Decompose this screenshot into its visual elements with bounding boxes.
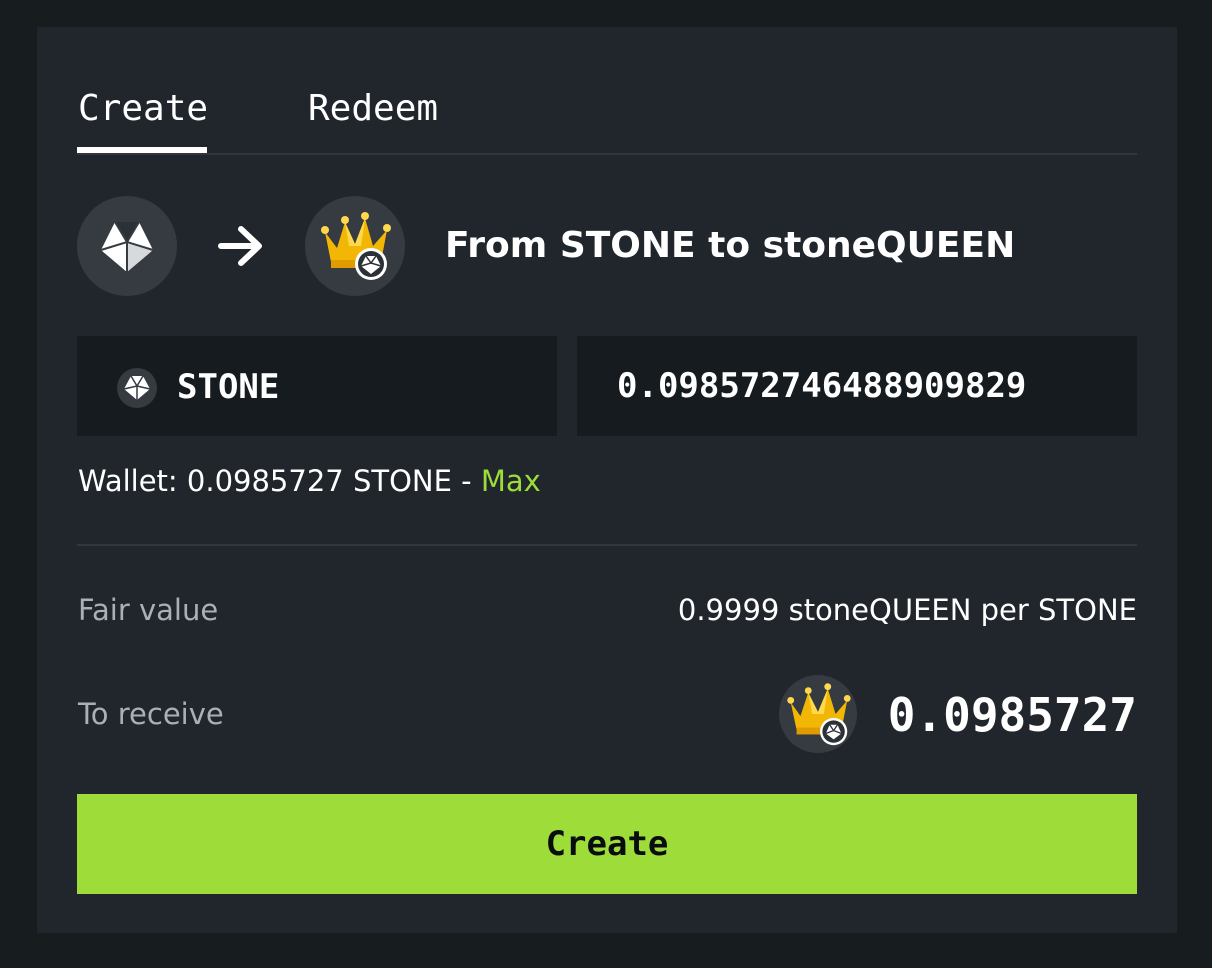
from-token-avatar (77, 196, 177, 296)
conversion-heading: From STONE to stoneQUEEN (445, 225, 1016, 266)
create-button[interactable]: Create (77, 794, 1137, 894)
token-selector[interactable]: STONE (77, 336, 557, 436)
stone-icon (100, 221, 154, 272)
tab-redeem[interactable]: Redeem (308, 87, 438, 131)
amount-input[interactable] (577, 336, 1137, 436)
wallet-balance-text: Wallet: 0.0985727 STONE - (78, 464, 481, 498)
create-redeem-card: Create Redeem From STONE to stoneQUEEN S… (37, 27, 1177, 933)
wallet-balance: Wallet: 0.0985727 STONE - Max (78, 461, 541, 501)
to-token-avatar (305, 196, 405, 296)
tab-divider (77, 153, 1137, 155)
max-link[interactable]: Max (481, 464, 541, 498)
arrow-right-icon (218, 226, 262, 266)
section-divider (77, 544, 1137, 546)
fair-value-label: Fair value (78, 593, 219, 627)
to-receive-label: To receive (78, 697, 224, 731)
fair-value-rate: 0.9999 stoneQUEEN per STONE (677, 593, 1137, 627)
receive-token-avatar (779, 675, 857, 753)
crown-icon (787, 683, 851, 746)
receive-amount: 0.0985727 (887, 688, 1137, 742)
stone-icon (117, 368, 157, 408)
crown-icon (321, 212, 391, 280)
token-selector-label: STONE (177, 367, 280, 407)
tab-create[interactable]: Create (78, 87, 208, 131)
